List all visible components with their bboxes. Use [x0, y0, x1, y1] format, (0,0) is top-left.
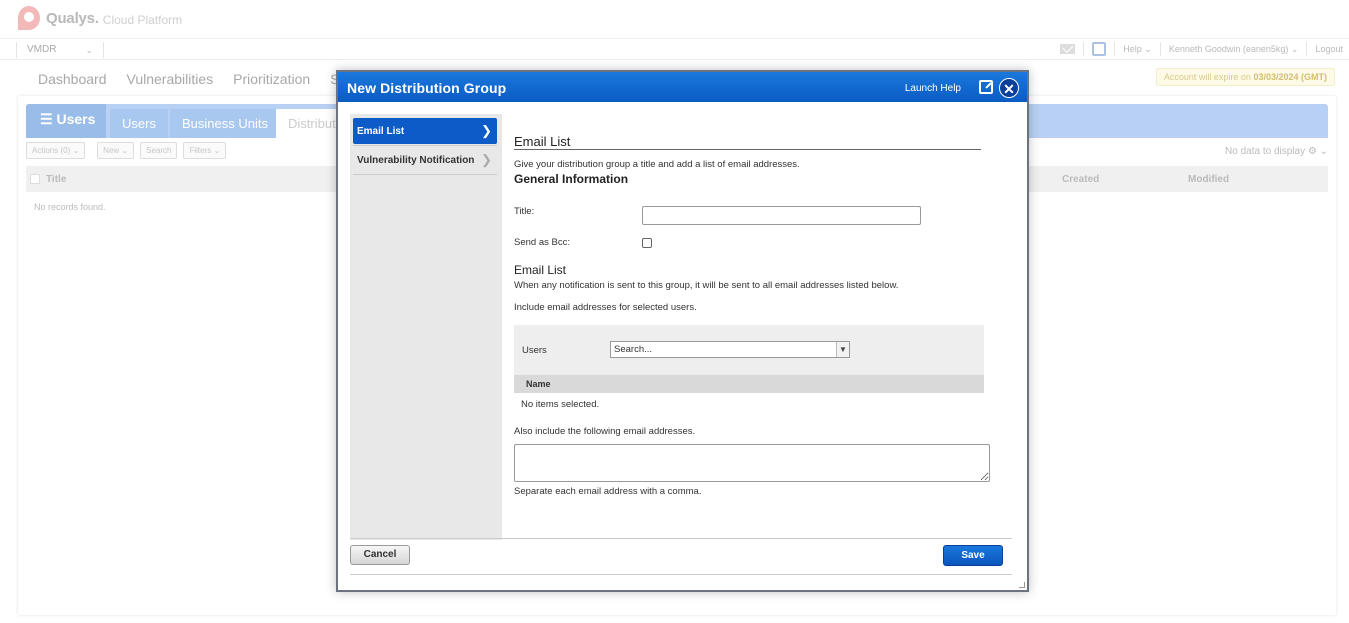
sidebar-item-email-list[interactable]: Email List ❯ [353, 118, 497, 144]
users-heading-label: Users [56, 111, 96, 127]
tab-business-units[interactable]: Business Units [170, 109, 280, 138]
users-label: Users [522, 345, 547, 356]
new-button[interactable]: New ⌄ [97, 142, 135, 159]
search-button[interactable]: Search [140, 142, 178, 159]
send-as-bcc-checkbox[interactable] [642, 238, 652, 248]
calendar-icon[interactable] [1092, 42, 1107, 56]
mail-icon[interactable] [1060, 44, 1076, 54]
logout-link[interactable]: Logout [1315, 44, 1343, 54]
save-button[interactable]: Save [943, 545, 1003, 566]
section-heading: Email List [514, 134, 981, 150]
users-search-select[interactable]: Search... ▼ [610, 341, 850, 358]
top-right-menu: Help ⌄ Kenneth Goodwin (eanen5kg) ⌄ Logo… [1060, 42, 1343, 56]
no-data-text: No data to display [1225, 146, 1306, 157]
brand-subtitle: Cloud Platform [102, 12, 183, 27]
email-list-description: When any notification is sent to this gr… [514, 280, 899, 291]
close-icon[interactable]: ✕ [999, 78, 1019, 98]
main-nav: Dashboard Vulnerabilities Prioritization… [38, 71, 359, 87]
dialog-titlebar: New Distribution Group Launch Help ✕ [338, 72, 1027, 102]
user-name: Kenneth Goodwin (eanen5kg) [1168, 43, 1289, 54]
help-label: Help [1123, 43, 1142, 54]
no-records-text: No records found. [34, 202, 106, 212]
general-information-heading: General Information [514, 172, 629, 186]
sidebar-item-vulnerability-notification[interactable]: Vulnerability Notification ❯ [353, 147, 497, 173]
filters-label: Filters [189, 146, 212, 155]
dialog-sidebar: Email List ❯ Vulnerability Notification … [350, 114, 502, 540]
column-title[interactable]: Title [46, 174, 66, 185]
column-name: Name [526, 379, 551, 389]
title-label: Title: [514, 206, 535, 217]
sidebar-item-label: Email List [357, 126, 405, 137]
no-items-text: No items selected. [521, 399, 600, 410]
resize-grip-icon[interactable] [1019, 582, 1025, 588]
column-created[interactable]: Created [1062, 174, 1099, 185]
chevron-right-icon: ❯ [481, 152, 492, 167]
chevron-down-icon: ⌄ [85, 45, 93, 55]
divider [353, 174, 497, 175]
footer-divider [350, 538, 1012, 539]
module-label: VMDR [27, 44, 57, 55]
divider [1083, 42, 1085, 56]
list-icon: ☰ [40, 111, 53, 127]
panel-toolbar: Actions (0) ⌄ New ⌄ Search Filters ⌄ [26, 142, 227, 159]
sidebar-item-label: Vulnerability Notification [357, 155, 475, 166]
gear-icon[interactable]: ⚙ ⌄ [1308, 146, 1328, 157]
qualys-logo-icon [18, 6, 40, 30]
module-selector[interactable]: VMDR ⌄ [16, 42, 104, 58]
title-input[interactable] [642, 206, 921, 225]
email-list-heading: Email List [514, 263, 567, 277]
filters-button[interactable]: Filters ⌄ [183, 142, 227, 159]
cancel-button[interactable]: Cancel [350, 545, 410, 565]
users-heading: ☰ Users [26, 104, 106, 138]
dialog-content: Email List Give your distribution group … [502, 114, 1027, 540]
separate-hint: Separate each email address with a comma… [514, 486, 702, 497]
actions-label: Actions (0) [32, 146, 71, 155]
users-selector-box: Users Search... ▼ [514, 325, 984, 375]
help-menu[interactable]: Help ⌄ [1123, 44, 1152, 55]
expiry-date: 03/03/2024 (GMT) [1253, 72, 1327, 82]
chevron-down-icon[interactable]: ▼ [836, 342, 849, 357]
divider [1159, 42, 1161, 56]
include-users-description: Include email addresses for selected use… [514, 302, 697, 313]
selected-users-header: Name [514, 375, 984, 393]
intro-text: Give your distribution group a title and… [514, 159, 800, 170]
nav-tab-vulnerabilities[interactable]: Vulnerabilities [127, 71, 214, 87]
qualys-logo[interactable]: Qualys. Cloud Platform [18, 6, 182, 30]
account-expiry-banner: Account will expire on 03/03/2024 (GMT) [1155, 68, 1335, 86]
footer-divider [350, 574, 1012, 575]
chevron-down-icon: ⌄ [1290, 43, 1299, 54]
chevron-down-icon: ⌄ [1144, 43, 1152, 54]
column-modified[interactable]: Modified [1188, 174, 1229, 185]
new-label: New [103, 146, 120, 155]
nav-tab-dashboard[interactable]: Dashboard [38, 71, 107, 87]
top-header: Qualys. Cloud Platform [0, 0, 1349, 38]
expiry-prefix: Account will expire on [1163, 72, 1251, 82]
divider [353, 145, 497, 146]
additional-emails-textarea[interactable] [514, 444, 990, 482]
nav-tab-prioritization[interactable]: Prioritization [233, 71, 310, 87]
send-as-bcc-label: Send as Bcc: [514, 237, 570, 248]
tab-users[interactable]: Users [110, 109, 168, 138]
divider [1114, 42, 1116, 56]
select-all-checkbox[interactable] [30, 174, 40, 184]
new-distribution-group-dialog: New Distribution Group Launch Help ✕ Ema… [336, 70, 1029, 592]
user-menu[interactable]: Kenneth Goodwin (eanen5kg) ⌄ [1169, 44, 1299, 55]
no-data-indicator: No data to display ⚙ ⌄ [1225, 146, 1328, 157]
dialog-title: New Distribution Group [347, 80, 507, 96]
users-select-value: Search... [614, 344, 653, 355]
popout-icon[interactable] [979, 80, 993, 94]
actions-button[interactable]: Actions (0) ⌄ [26, 142, 86, 159]
chevron-right-icon: ❯ [481, 123, 492, 138]
divider [1306, 42, 1308, 56]
brand-name: Qualys. [46, 9, 99, 27]
also-include-label: Also include the following email address… [514, 426, 696, 437]
launch-help-link[interactable]: Launch Help [905, 83, 961, 94]
module-bar: VMDR ⌄ Help ⌄ Kenneth Goodwin (eanen5kg)… [0, 38, 1349, 60]
